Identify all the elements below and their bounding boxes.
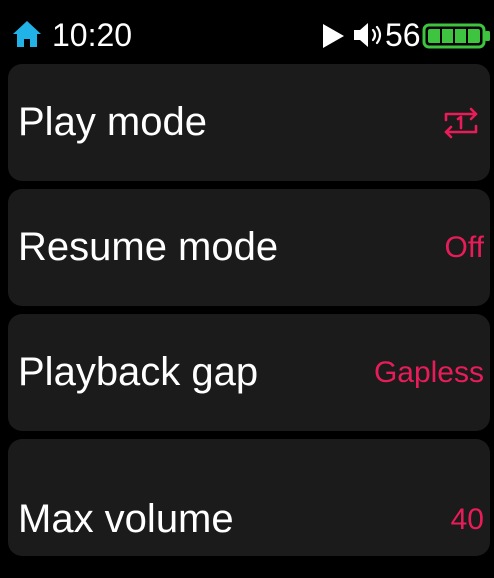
setting-row-max-volume[interactable]: Max volume 40 xyxy=(8,439,490,556)
play-icon xyxy=(323,24,344,48)
volume-icon xyxy=(354,23,382,47)
setting-label: Max volume xyxy=(18,497,234,541)
setting-value: Gapless xyxy=(373,356,484,389)
battery-icon xyxy=(422,23,490,49)
repeat-one-icon xyxy=(444,107,478,139)
setting-value: Off xyxy=(444,231,484,264)
setting-label: Playback gap xyxy=(18,350,259,394)
setting-label: Play mode xyxy=(18,100,207,144)
clock: 10:20 xyxy=(52,17,133,53)
volume-value: 56 xyxy=(385,17,421,53)
home-icon xyxy=(13,21,41,47)
settings-list: Play mode Resume mode Off Playback gap G… xyxy=(0,0,494,556)
status-bar: 10:20 56 xyxy=(0,0,494,60)
setting-row-resume-mode[interactable]: Resume mode Off xyxy=(8,189,490,306)
setting-row-play-mode[interactable]: Play mode xyxy=(8,64,490,181)
setting-row-playback-gap[interactable]: Playback gap Gapless xyxy=(8,314,490,431)
setting-label: Resume mode xyxy=(18,225,279,269)
setting-value: 40 xyxy=(450,503,484,536)
